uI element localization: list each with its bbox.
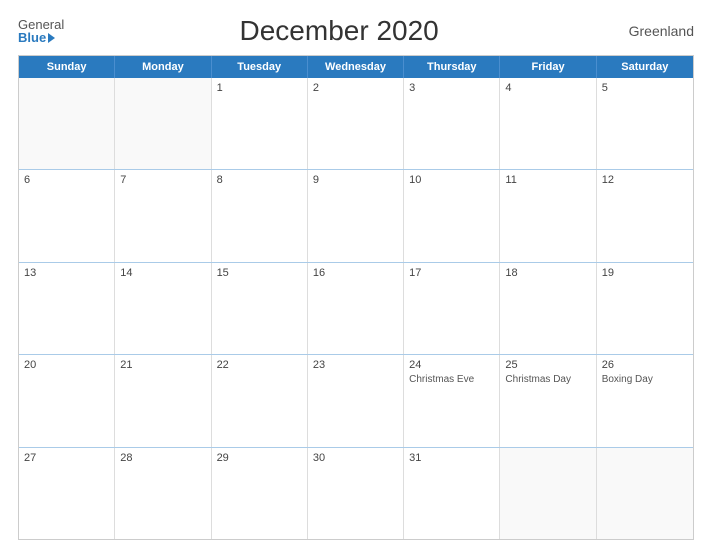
day-number: 29	[217, 452, 302, 464]
cal-header-monday: Monday	[115, 56, 211, 78]
cal-cell	[597, 448, 693, 539]
day-number: 26	[602, 359, 688, 371]
cal-cell: 15	[212, 263, 308, 354]
cal-cell: 1	[212, 78, 308, 169]
day-number: 23	[313, 359, 398, 371]
day-event: Christmas Eve	[409, 373, 494, 386]
cal-cell: 10	[404, 170, 500, 261]
calendar-body: 123456789101112131415161718192021222324C…	[19, 78, 693, 539]
day-number: 6	[24, 174, 109, 186]
cal-header-sunday: Sunday	[19, 56, 115, 78]
cal-cell: 24 Christmas Eve	[404, 355, 500, 446]
cal-cell: 22	[212, 355, 308, 446]
day-number: 20	[24, 359, 109, 371]
cal-cell: 18	[500, 263, 596, 354]
day-number: 14	[120, 267, 205, 279]
cal-week-4: 20 21 22 23 24 Christmas Eve 25 Christmas Day 26…	[19, 355, 693, 447]
day-number: 12	[602, 174, 688, 186]
cal-cell: 14	[115, 263, 211, 354]
cal-cell: 23	[308, 355, 404, 446]
cal-week-3: 13 14 15 16 17 18 19	[19, 263, 693, 355]
calendar-header-row: SundayMondayTuesdayWednesdayThursdayFrid…	[19, 56, 693, 78]
day-number: 1	[217, 82, 302, 94]
cal-cell: 19	[597, 263, 693, 354]
day-number: 28	[120, 452, 205, 464]
cal-cell: 30	[308, 448, 404, 539]
day-number: 18	[505, 267, 590, 279]
cal-cell: 6	[19, 170, 115, 261]
cal-cell: 7	[115, 170, 211, 261]
cal-header-friday: Friday	[500, 56, 596, 78]
cal-cell	[115, 78, 211, 169]
day-number: 30	[313, 452, 398, 464]
day-event: Christmas Day	[505, 373, 590, 386]
day-number: 10	[409, 174, 494, 186]
day-number: 24	[409, 359, 494, 371]
day-number: 5	[602, 82, 688, 94]
day-number: 4	[505, 82, 590, 94]
cal-cell: 16	[308, 263, 404, 354]
logo-triangle-icon	[48, 33, 55, 43]
day-number: 15	[217, 267, 302, 279]
cal-cell: 21	[115, 355, 211, 446]
day-number: 7	[120, 174, 205, 186]
cal-header-saturday: Saturday	[597, 56, 693, 78]
cal-cell: 8	[212, 170, 308, 261]
cal-cell: 9	[308, 170, 404, 261]
cal-week-2: 6789 10 11 12	[19, 170, 693, 262]
day-number: 31	[409, 452, 494, 464]
cal-week-5: 27 28 29 30 31	[19, 448, 693, 539]
day-number: 16	[313, 267, 398, 279]
day-number: 22	[217, 359, 302, 371]
day-number: 19	[602, 267, 688, 279]
cal-cell: 29	[212, 448, 308, 539]
header: General Blue December 2020 Greenland	[18, 15, 694, 47]
cal-cell: 26 Boxing Day	[597, 355, 693, 446]
cal-cell: 2	[308, 78, 404, 169]
cal-cell: 27	[19, 448, 115, 539]
cal-cell: 5	[597, 78, 693, 169]
cal-cell: 31	[404, 448, 500, 539]
cal-cell: 11	[500, 170, 596, 261]
day-number: 27	[24, 452, 109, 464]
day-number: 3	[409, 82, 494, 94]
logo: General Blue	[18, 18, 64, 44]
cal-week-1: 12345	[19, 78, 693, 170]
day-event: Boxing Day	[602, 373, 688, 386]
day-number: 9	[313, 174, 398, 186]
cal-header-thursday: Thursday	[404, 56, 500, 78]
cal-cell: 17	[404, 263, 500, 354]
cal-header-tuesday: Tuesday	[212, 56, 308, 78]
day-number: 13	[24, 267, 109, 279]
calendar-page: General Blue December 2020 Greenland Sun…	[0, 0, 712, 550]
cal-header-wednesday: Wednesday	[308, 56, 404, 78]
day-number: 21	[120, 359, 205, 371]
region-label: Greenland	[614, 23, 694, 39]
cal-cell	[500, 448, 596, 539]
day-number: 25	[505, 359, 590, 371]
day-number: 11	[505, 174, 590, 186]
cal-cell: 3	[404, 78, 500, 169]
calendar-title: December 2020	[64, 15, 614, 47]
cal-cell: 20	[19, 355, 115, 446]
cal-cell: 12	[597, 170, 693, 261]
day-number: 17	[409, 267, 494, 279]
logo-blue-text: Blue	[18, 31, 64, 44]
calendar-grid: SundayMondayTuesdayWednesdayThursdayFrid…	[18, 55, 694, 540]
day-number: 2	[313, 82, 398, 94]
cal-cell	[19, 78, 115, 169]
cal-cell: 4	[500, 78, 596, 169]
cal-cell: 13	[19, 263, 115, 354]
cal-cell: 28	[115, 448, 211, 539]
day-number: 8	[217, 174, 302, 186]
cal-cell: 25 Christmas Day	[500, 355, 596, 446]
